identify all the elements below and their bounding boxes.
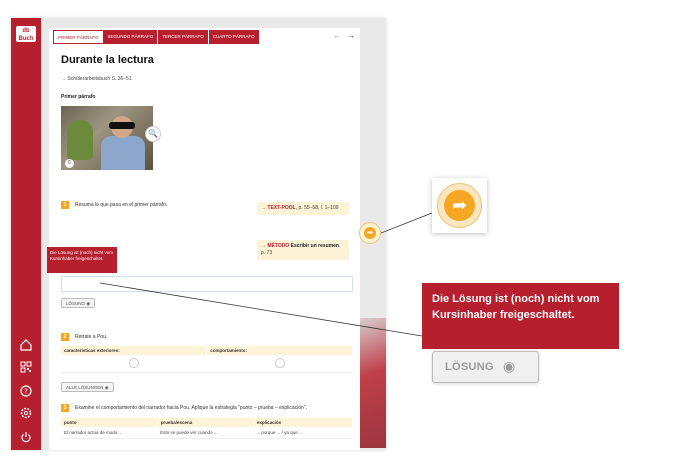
eye-icon: ◉ — [503, 358, 516, 374]
zoomed-next-button-circle: ➦ — [437, 183, 482, 228]
zoomed-next-button: ➦ — [432, 178, 487, 233]
zoomed-solution-label: LÖSUNG — [445, 361, 494, 373]
zoomed-solution-button: LÖSUNG ◉ — [432, 351, 539, 383]
callout-lines — [99, 212, 433, 337]
turn-arrow-icon: ➦ — [444, 190, 475, 221]
locked-solution-callout: Die Lösung ist (noch) nicht vom Kursinha… — [422, 283, 619, 349]
